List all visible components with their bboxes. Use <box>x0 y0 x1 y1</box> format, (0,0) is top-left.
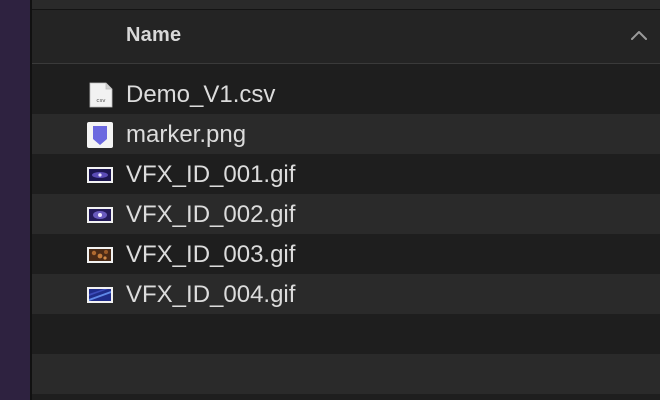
file-row[interactable]: VFX_ID_001.gif <box>32 154 660 194</box>
file-list-window: Name csv Demo_V1.csv marker.png VFX_ID_0… <box>0 0 660 400</box>
file-name[interactable]: Demo_V1.csv <box>126 81 275 109</box>
gif-thumbnail-icon <box>87 287 113 303</box>
file-name[interactable]: VFX_ID_004.gif <box>126 281 295 309</box>
file-name[interactable]: marker.png <box>126 121 246 149</box>
file-row[interactable]: VFX_ID_002.gif <box>32 194 660 234</box>
csv-file-icon: csv <box>89 82 113 108</box>
file-name[interactable]: VFX_ID_003.gif <box>126 241 295 269</box>
gif-thumbnail-icon <box>87 167 113 183</box>
name-column-header[interactable]: Name <box>126 24 181 47</box>
file-row[interactable]: VFX_ID_004.gif <box>32 274 660 314</box>
file-row[interactable]: marker.png <box>32 114 660 154</box>
column-header[interactable]: Name <box>32 10 660 64</box>
svg-text:csv: csv <box>96 98 106 104</box>
gif-thumbnail-icon <box>87 247 113 263</box>
sidebar-edge <box>0 0 30 400</box>
empty-row <box>32 314 660 354</box>
file-list: csv Demo_V1.csv marker.png VFX_ID_001.gi… <box>32 74 660 314</box>
png-image-icon <box>87 122 113 148</box>
file-row[interactable]: csv Demo_V1.csv <box>32 74 660 114</box>
file-name[interactable]: VFX_ID_002.gif <box>126 201 295 229</box>
chevron-up-icon[interactable] <box>630 28 648 42</box>
empty-row <box>32 354 660 394</box>
toolbar-bottom-edge <box>32 0 660 10</box>
file-row[interactable]: VFX_ID_003.gif <box>32 234 660 274</box>
empty-row <box>32 394 660 400</box>
gif-thumbnail-icon <box>87 207 113 223</box>
file-name[interactable]: VFX_ID_001.gif <box>126 161 295 189</box>
